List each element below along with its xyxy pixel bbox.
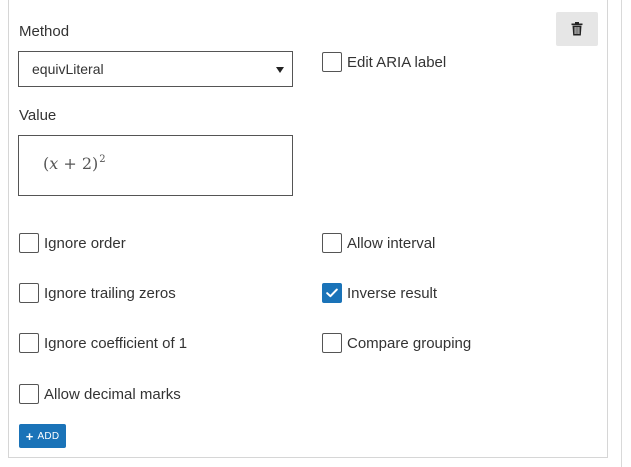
scrollbar-track bbox=[621, 0, 622, 467]
allow-decimal-marks-label: Allow decimal marks bbox=[44, 385, 181, 403]
allow-interval-option[interactable]: Allow interval bbox=[322, 233, 435, 253]
inverse-result-option[interactable]: Inverse result bbox=[322, 283, 437, 303]
add-button[interactable]: + ADD bbox=[19, 424, 66, 448]
compare-grouping-option[interactable]: Compare grouping bbox=[322, 333, 471, 353]
add-button-label: ADD bbox=[37, 430, 60, 442]
ignore-trailing-zeros-label: Ignore trailing zeros bbox=[44, 284, 176, 302]
inverse-result-label: Inverse result bbox=[347, 284, 438, 302]
edit-aria-label-text: Edit ARIA label bbox=[347, 53, 447, 71]
value-expression: (x + 2)2 bbox=[43, 154, 106, 173]
inverse-result-checkbox[interactable] bbox=[322, 283, 342, 303]
allow-interval-label: Allow interval bbox=[347, 234, 436, 252]
compare-grouping-label: Compare grouping bbox=[347, 334, 472, 352]
ignore-coefficient-label: Ignore coefficient of 1 bbox=[44, 334, 188, 352]
allow-decimal-marks-option[interactable]: Allow decimal marks bbox=[19, 384, 181, 404]
method-label: Method bbox=[19, 23, 70, 40]
edit-aria-label-option[interactable]: Edit ARIA label bbox=[322, 52, 446, 72]
ignore-trailing-zeros-checkbox[interactable] bbox=[19, 283, 39, 303]
edit-aria-label-checkbox[interactable] bbox=[322, 52, 342, 72]
ignore-order-option[interactable]: Ignore order bbox=[19, 233, 126, 253]
ignore-coefficient-checkbox[interactable] bbox=[19, 333, 39, 353]
ignore-trailing-zeros-option[interactable]: Ignore trailing zeros bbox=[19, 283, 176, 303]
trash-icon bbox=[571, 22, 583, 36]
caret-down-icon bbox=[276, 67, 284, 73]
value-label: Value bbox=[19, 107, 57, 124]
allow-decimal-marks-checkbox[interactable] bbox=[19, 384, 39, 404]
ignore-coefficient-option[interactable]: Ignore coefficient of 1 bbox=[19, 333, 187, 353]
method-select[interactable]: equivLiteral bbox=[18, 51, 293, 87]
value-math-input[interactable]: (x + 2)2 bbox=[18, 135, 293, 196]
compare-grouping-checkbox[interactable] bbox=[322, 333, 342, 353]
allow-interval-checkbox[interactable] bbox=[322, 233, 342, 253]
delete-button[interactable] bbox=[556, 12, 598, 46]
ignore-order-checkbox[interactable] bbox=[19, 233, 39, 253]
check-icon bbox=[326, 288, 338, 298]
ignore-order-label: Ignore order bbox=[44, 234, 126, 252]
plus-icon: + bbox=[25, 428, 34, 444]
method-select-value: equivLiteral bbox=[32, 61, 104, 77]
